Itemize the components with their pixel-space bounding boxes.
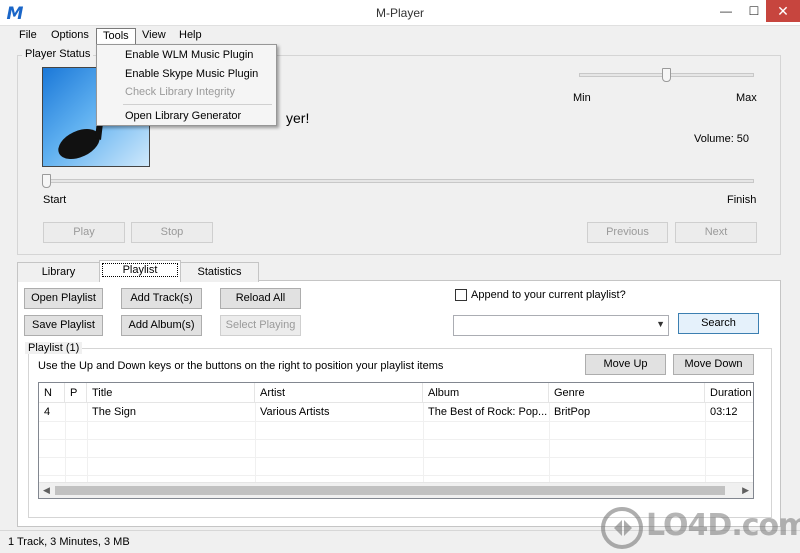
cell-title: The Sign xyxy=(92,406,137,418)
tab-statistics[interactable]: Statistics xyxy=(180,262,259,282)
select-playing-button[interactable]: Select Playing xyxy=(220,315,301,336)
lo4d-logo-icon xyxy=(601,507,643,549)
menu-view[interactable]: View xyxy=(136,28,172,45)
column-header-title[interactable]: Title xyxy=(87,383,255,403)
chevron-down-icon[interactable]: ▼ xyxy=(656,319,665,329)
seek-slider-thumb[interactable] xyxy=(42,174,51,188)
search-select[interactable]: ▼ xyxy=(453,315,669,336)
menu-help[interactable]: Help xyxy=(173,28,208,45)
seek-start-label: Start xyxy=(43,194,67,206)
scrollbar-thumb[interactable] xyxy=(55,486,725,495)
menu-file[interactable]: File xyxy=(13,28,43,45)
menu-item-enable-wlm-plugin[interactable]: Enable WLM Music Plugin xyxy=(125,46,253,64)
cell-duration: 03:12 xyxy=(710,406,738,418)
menu-tools[interactable]: Tools xyxy=(96,28,136,45)
append-playlist-label: Append to your current playlist? xyxy=(471,289,626,301)
row-divider xyxy=(39,439,753,440)
row-divider xyxy=(39,457,753,458)
previous-button[interactable]: Previous xyxy=(587,222,668,243)
close-button[interactable]: ✕ xyxy=(766,0,800,22)
column-header-n[interactable]: N xyxy=(39,383,65,403)
menu-item-enable-skype-plugin[interactable]: Enable Skype Music Plugin xyxy=(125,65,258,83)
cell-n: 4 xyxy=(44,406,51,418)
volume-max-label: Max xyxy=(736,92,757,104)
player-status-label: Player Status xyxy=(22,48,94,60)
scroll-left-icon[interactable]: ◀ xyxy=(43,485,50,496)
menu-item-check-library-integrity: Check Library Integrity xyxy=(125,86,236,98)
cell-genre: BritPop xyxy=(554,406,591,418)
title-bar: M M-Player — ☐ ✕ xyxy=(0,0,800,26)
move-up-button[interactable]: Move Up xyxy=(585,354,666,375)
menu-options[interactable]: Options xyxy=(45,28,95,45)
tab-playlist[interactable]: Playlist xyxy=(99,260,181,282)
reload-all-button[interactable]: Reload All xyxy=(220,288,301,309)
next-button[interactable]: Next xyxy=(675,222,757,243)
add-albums-button[interactable]: Add Album(s) xyxy=(121,315,202,336)
menu-item-open-library-generator[interactable]: Open Library Generator xyxy=(125,107,241,125)
column-header-artist[interactable]: Artist xyxy=(255,383,423,403)
watermark-text: LO4D.com xyxy=(646,508,800,543)
tools-dropdown-menu: Enable WLM Music Plugin Enable Skype Mus… xyxy=(96,44,277,126)
window-title: M-Player xyxy=(375,6,424,20)
search-button[interactable]: Search xyxy=(678,313,759,334)
cell-album: The Best of Rock: Pop... xyxy=(428,406,548,418)
open-playlist-button[interactable]: Open Playlist xyxy=(24,288,103,309)
stop-button[interactable]: Stop xyxy=(131,222,213,243)
status-text: 1 Track, 3 Minutes, 3 MB xyxy=(8,536,130,548)
move-down-button[interactable]: Move Down xyxy=(673,354,754,375)
menu-separator xyxy=(123,104,272,105)
volume-slider-thumb[interactable] xyxy=(662,68,671,82)
play-button[interactable]: Play xyxy=(43,222,125,243)
lo4d-watermark: LO4D.com xyxy=(600,503,800,553)
maximize-button[interactable]: ☐ xyxy=(740,0,768,22)
save-playlist-button[interactable]: Save Playlist xyxy=(24,315,103,336)
row-divider xyxy=(39,421,753,422)
column-header-genre[interactable]: Genre xyxy=(549,383,705,403)
playlist-group-label: Playlist (1) xyxy=(25,342,83,354)
column-header-p[interactable]: P xyxy=(65,383,87,403)
cell-artist: Various Artists xyxy=(260,406,330,418)
horizontal-scrollbar[interactable]: ◀ ▶ xyxy=(39,482,753,498)
playlist-hint-text: Use the Up and Down keys or the buttons … xyxy=(38,360,444,372)
add-tracks-button[interactable]: Add Track(s) xyxy=(121,288,202,309)
scroll-right-icon[interactable]: ▶ xyxy=(742,485,749,496)
welcome-text: yer! xyxy=(286,110,310,126)
seek-slider-track[interactable] xyxy=(42,179,754,183)
column-header-album[interactable]: Album xyxy=(423,383,549,403)
append-playlist-checkbox[interactable] xyxy=(455,289,467,301)
playlist-table: N P Title Artist Album Genre Duration 4 … xyxy=(38,382,754,499)
tab-playlist-label: Playlist xyxy=(101,263,179,277)
menu-bar: File Options Tools View Help xyxy=(0,26,800,46)
row-divider xyxy=(39,475,753,476)
minimize-button[interactable]: — xyxy=(712,0,740,22)
cell-p xyxy=(65,403,87,421)
seek-finish-label: Finish xyxy=(727,194,757,206)
column-header-duration[interactable]: Duration xyxy=(705,383,753,403)
tab-library[interactable]: Library xyxy=(17,262,100,282)
volume-value-label: Volume: 50 xyxy=(694,133,750,145)
volume-min-label: Min xyxy=(573,92,591,104)
